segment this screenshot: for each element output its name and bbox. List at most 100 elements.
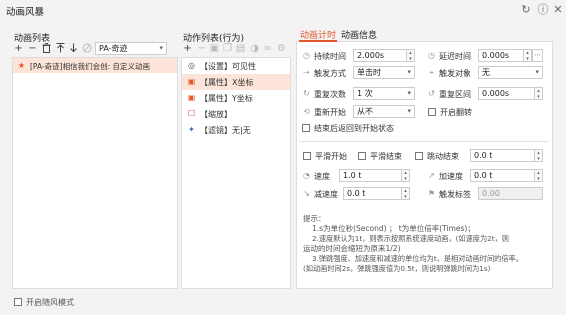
duration-input[interactable]: 2.000s	[353, 49, 407, 62]
divider	[299, 141, 549, 142]
restart-label: 重新开始	[314, 108, 346, 117]
decel-icon: ↘	[303, 189, 310, 198]
animation-list-panel	[12, 57, 178, 289]
mirror-action-icon[interactable]: ◑	[249, 43, 260, 54]
action-item-filter[interactable]: ✦ 【滤镜】无|无	[182, 122, 290, 138]
duration-stepper[interactable]: ▴ ▾	[407, 49, 415, 62]
remove-icon[interactable]: −	[27, 43, 38, 54]
accel-stepper[interactable]: ▴ ▾	[535, 169, 543, 182]
repeat-icon: ↻	[303, 89, 310, 98]
animation-icon: ★	[17, 61, 26, 70]
trigger-label: 触发方式	[314, 69, 346, 78]
hint-line: (如动画时间2s，弹跳强度值为0.5t，则说明弹跳时间为1s)	[303, 264, 491, 273]
duration-label: 持续时间	[314, 52, 346, 61]
list-item[interactable]: ★ [PA-奇迹]相信我们会创: 自定义动画	[13, 58, 177, 73]
flip-label: 开启翻转	[440, 108, 472, 117]
property-icon: ▣	[187, 77, 196, 86]
action-item-y[interactable]: ▣ 【属性】Y坐标	[182, 90, 290, 106]
window-title: 动画风暴	[6, 7, 45, 18]
more-options-button[interactable]: ⋯	[532, 49, 543, 62]
eye-icon: ◎	[188, 61, 195, 70]
action-item-visibility[interactable]: ◎ 【设置】可见性	[182, 58, 290, 74]
paste-action-icon[interactable]: ▤	[235, 43, 246, 54]
add-action-icon[interactable]: +	[182, 43, 193, 54]
smooth-start-label: 平滑开始	[315, 152, 347, 161]
bounce-stepper[interactable]: ▴ ▾	[535, 149, 543, 162]
fullscreen-mode-checkbox[interactable]	[14, 298, 22, 306]
add-icon[interactable]: +	[13, 43, 24, 54]
end-return-checkbox[interactable]	[302, 124, 310, 132]
tab-underline	[299, 40, 337, 42]
trigger-object-icon: ⌖	[429, 68, 434, 77]
bounce-end-label: 跳动结束	[427, 152, 459, 161]
delete-action-icon[interactable]: ▣	[209, 43, 220, 54]
repeat-label: 重复次数	[314, 90, 346, 99]
accel-input[interactable]: 0.0 t	[470, 169, 535, 182]
trigger-tag-input[interactable]: 0.00	[478, 187, 543, 200]
trigger-select[interactable]: 单击时 ▾	[353, 66, 415, 79]
trigger-tag-label: 触发标签	[439, 190, 471, 199]
action-item-scale[interactable]: ☐ 【缩放】	[182, 106, 290, 122]
trigger-object-select[interactable]: 无 ▾	[478, 66, 543, 79]
smooth-end-label: 平滑结束	[370, 152, 402, 161]
decel-label: 减速度	[314, 190, 338, 199]
decel-stepper[interactable]: ▴ ▾	[402, 187, 410, 200]
repeat-interval-label: 重复区间	[439, 90, 471, 99]
help-icon[interactable]: ⓘ	[536, 3, 550, 17]
bounce-end-checkbox[interactable]	[415, 152, 423, 160]
tag-icon: ⚑	[427, 189, 436, 198]
flip-checkbox[interactable]	[428, 108, 436, 116]
bounce-input[interactable]: 0.0 t	[470, 149, 535, 162]
action-label: 【属性】X坐标	[200, 78, 254, 87]
preset-select[interactable]: PA-奇迹 ▾	[95, 42, 167, 55]
decel-input[interactable]: 0.0 t	[343, 187, 402, 200]
restart-icon: ⟲	[303, 107, 310, 116]
speed-label: 速度	[314, 172, 330, 181]
hint-line: 1.s为单位秒(Second) ； t为单位倍率(Times)；	[312, 224, 475, 233]
trigger-icon: ⇢	[303, 68, 310, 77]
close-icon[interactable]: ✕	[551, 3, 565, 17]
list-item-label: [PA-奇迹]相信我们会创: 自定义动画	[30, 62, 150, 71]
speed-stepper[interactable]: ▴ ▾	[402, 169, 410, 182]
hint-line: 2.速度默认为1t，则表示按照系统速度动画，(如速度为2t，则	[312, 234, 509, 243]
accel-label: 加速度	[439, 172, 463, 181]
repeat-select[interactable]: 1 次 ▾	[353, 87, 415, 100]
restart-select[interactable]: 从不 ▾	[353, 105, 415, 118]
move-down-icon[interactable]	[68, 43, 79, 54]
repeat-interval-stepper[interactable]: ▴ ▾	[535, 87, 543, 100]
delay-icon: ◷	[428, 51, 435, 60]
scale-icon: ☐	[187, 109, 196, 118]
move-top-icon[interactable]	[55, 43, 66, 54]
copy-action-icon[interactable]: ❐	[222, 43, 233, 54]
action-label: 【滤镜】无|无	[200, 126, 251, 135]
title-bar	[0, 0, 566, 20]
tab-info[interactable]: 动画信息	[341, 28, 377, 41]
smooth-start-checkbox[interactable]	[303, 152, 311, 160]
action-item-x[interactable]: ▣ 【属性】X坐标	[182, 74, 290, 90]
action-label: 【设置】可见性	[200, 62, 256, 71]
remove-action-icon[interactable]: −	[196, 43, 207, 54]
speed-icon: ◔	[303, 171, 310, 180]
settings-action-icon[interactable]: ⚙	[276, 43, 287, 54]
delay-input[interactable]: 0.000s	[478, 49, 524, 62]
action-label: 【属性】Y坐标	[200, 94, 253, 103]
hint-line: 3.弹跳强度、加速度和减速的单位均为t，是相对动画时间的倍率。	[312, 254, 523, 263]
smooth-end-checkbox[interactable]	[358, 152, 366, 160]
property-icon: ▣	[187, 93, 196, 102]
hint-title: 提示：	[303, 214, 326, 223]
delay-label: 延迟时间	[439, 52, 471, 61]
preview-icon[interactable]	[81, 43, 92, 54]
end-return-label: 结束后返回到开始状态	[314, 124, 394, 133]
speed-input[interactable]: 1.0 t	[339, 169, 402, 182]
repeat-interval-input[interactable]: 0.000s	[478, 87, 535, 100]
action-label: 【缩放】	[200, 110, 232, 119]
fullscreen-mode-label: 开启随风模式	[26, 298, 74, 307]
delay-stepper[interactable]: ▴ ▾	[524, 49, 532, 62]
repeat-interval-icon: ↺	[428, 89, 435, 98]
hint-line: 运动的时间会缩短为原来1/2)	[303, 244, 401, 253]
link-action-icon[interactable]: ∞	[262, 43, 273, 54]
refresh-icon[interactable]: ↻	[519, 3, 533, 17]
filter-icon: ✦	[188, 125, 195, 134]
trigger-object-label: 触发对象	[439, 69, 471, 78]
delete-icon[interactable]	[41, 43, 52, 54]
